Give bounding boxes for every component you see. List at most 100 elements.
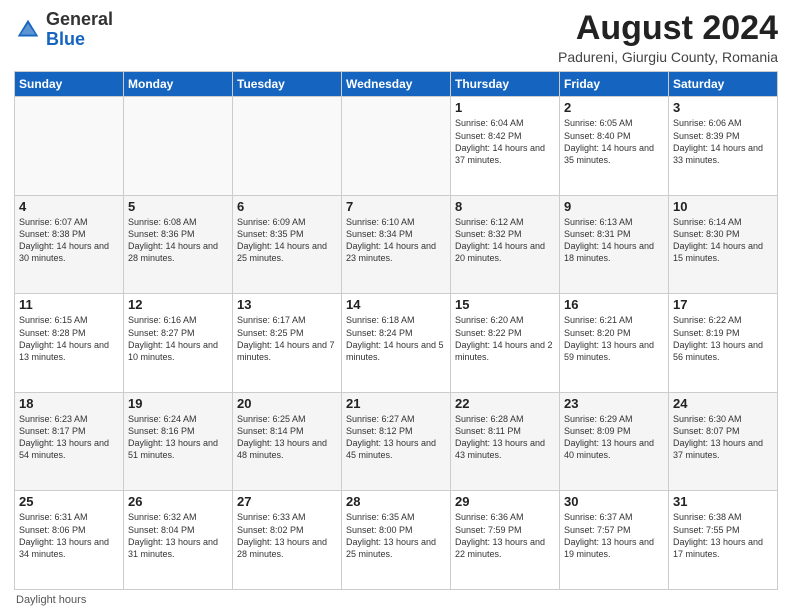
day-info-1-6: Sunrise: 6:14 AM Sunset: 8:30 PM Dayligh… xyxy=(673,216,773,265)
day-info-0-4: Sunrise: 6:04 AM Sunset: 8:42 PM Dayligh… xyxy=(455,117,555,166)
week-row-4: 25 Sunrise: 6:31 AM Sunset: 8:06 PM Dayli… xyxy=(15,491,778,590)
calendar-cell-2-2: 13Sunrise: 6:17 AM Sunset: 8:25 PM Dayli… xyxy=(233,294,342,393)
header-thursday: Thursday xyxy=(451,72,560,97)
calendar-cell-1-6: 10 Sunrise: 6:14 AM Sunset: 8:30 PM Dayli… xyxy=(669,195,778,294)
calendar-cell-2-4: 15 Sunrise: 6:20 AM Sunset: 8:22 PM Dayli… xyxy=(451,294,560,393)
calendar-cell-4-5: 30Sunrise: 6:37 AM Sunset: 7:57 PM Dayli… xyxy=(560,491,669,590)
calendar-cell-3-0: 18 Sunrise: 6:23 AM Sunset: 8:17 PM Dayli… xyxy=(15,392,124,491)
calendar-cell-1-5: 9Sunrise: 6:13 AM Sunset: 8:31 PM Daylig… xyxy=(560,195,669,294)
title-section: August 2024 Padureni, Giurgiu County, Ro… xyxy=(558,10,778,65)
day-number-1-5: 9 xyxy=(564,199,664,214)
calendar-cell-1-1: 5Sunrise: 6:08 AM Sunset: 8:36 PM Daylig… xyxy=(124,195,233,294)
calendar-cell-4-4: 29 Sunrise: 6:36 AM Sunset: 7:59 PM Dayli… xyxy=(451,491,560,590)
day-number-4-4: 29 xyxy=(455,494,555,509)
day-info-4-2: Sunrise: 6:33 AM Sunset: 8:02 PM Dayligh… xyxy=(237,511,337,560)
calendar-cell-0-5: 2Sunrise: 6:05 AM Sunset: 8:40 PM Daylig… xyxy=(560,97,669,196)
header: General Blue August 2024 Padureni, Giurg… xyxy=(14,10,778,65)
day-number-3-6: 24 xyxy=(673,396,773,411)
calendar-cell-1-0: 4Sunrise: 6:07 AM Sunset: 8:38 PM Daylig… xyxy=(15,195,124,294)
day-info-2-1: Sunrise: 6:16 AM Sunset: 8:27 PM Dayligh… xyxy=(128,314,228,363)
calendar-cell-3-4: 22 Sunrise: 6:28 AM Sunset: 8:11 PM Dayli… xyxy=(451,392,560,491)
day-number-4-3: 28 xyxy=(346,494,446,509)
header-tuesday: Tuesday xyxy=(233,72,342,97)
calendar-cell-0-3 xyxy=(342,97,451,196)
footer-note: Daylight hours xyxy=(14,594,778,606)
day-info-3-1: Sunrise: 6:24 AM Sunset: 8:16 PM Dayligh… xyxy=(128,413,228,462)
calendar-cell-0-6: 3Sunrise: 6:06 AM Sunset: 8:39 PM Daylig… xyxy=(669,97,778,196)
day-number-1-6: 10 xyxy=(673,199,773,214)
day-number-4-2: 27 xyxy=(237,494,337,509)
day-number-0-6: 3 xyxy=(673,100,773,115)
calendar-cell-4-1: 26 Sunrise: 6:32 AM Sunset: 8:04 PM Dayli… xyxy=(124,491,233,590)
header-wednesday: Wednesday xyxy=(342,72,451,97)
day-number-2-0: 11 xyxy=(19,297,119,312)
calendar-cell-3-5: 23 Sunrise: 6:29 AM Sunset: 8:09 PM Dayli… xyxy=(560,392,669,491)
calendar-cell-3-1: 19 Sunrise: 6:24 AM Sunset: 8:16 PM Dayli… xyxy=(124,392,233,491)
location: Padureni, Giurgiu County, Romania xyxy=(558,49,778,65)
day-number-1-1: 5 xyxy=(128,199,228,214)
day-info-4-3: Sunrise: 6:35 AM Sunset: 8:00 PM Dayligh… xyxy=(346,511,446,560)
day-info-2-2: Sunrise: 6:17 AM Sunset: 8:25 PM Dayligh… xyxy=(237,314,337,363)
day-number-2-1: 12 xyxy=(128,297,228,312)
day-number-3-5: 23 xyxy=(564,396,664,411)
logo-blue: Blue xyxy=(46,29,85,49)
logo-icon xyxy=(14,16,42,44)
day-info-1-2: Sunrise: 6:09 AM Sunset: 8:35 PM Dayligh… xyxy=(237,216,337,265)
day-number-3-1: 19 xyxy=(128,396,228,411)
calendar-cell-2-1: 12 Sunrise: 6:16 AM Sunset: 8:27 PM Dayli… xyxy=(124,294,233,393)
day-number-2-4: 15 xyxy=(455,297,555,312)
calendar-cell-3-6: 24 Sunrise: 6:30 AM Sunset: 8:07 PM Dayli… xyxy=(669,392,778,491)
day-info-3-3: Sunrise: 6:27 AM Sunset: 8:12 PM Dayligh… xyxy=(346,413,446,462)
logo-text: General Blue xyxy=(46,10,113,50)
day-number-3-3: 21 xyxy=(346,396,446,411)
day-number-1-2: 6 xyxy=(237,199,337,214)
day-info-4-1: Sunrise: 6:32 AM Sunset: 8:04 PM Dayligh… xyxy=(128,511,228,560)
day-info-3-0: Sunrise: 6:23 AM Sunset: 8:17 PM Dayligh… xyxy=(19,413,119,462)
header-friday: Friday xyxy=(560,72,669,97)
day-number-0-4: 1 xyxy=(455,100,555,115)
day-info-4-6: Sunrise: 6:38 AM Sunset: 7:55 PM Dayligh… xyxy=(673,511,773,560)
calendar-cell-1-3: 7Sunrise: 6:10 AM Sunset: 8:34 PM Daylig… xyxy=(342,195,451,294)
day-info-3-4: Sunrise: 6:28 AM Sunset: 8:11 PM Dayligh… xyxy=(455,413,555,462)
calendar-cell-4-3: 28 Sunrise: 6:35 AM Sunset: 8:00 PM Dayli… xyxy=(342,491,451,590)
day-info-4-4: Sunrise: 6:36 AM Sunset: 7:59 PM Dayligh… xyxy=(455,511,555,560)
week-row-3: 18 Sunrise: 6:23 AM Sunset: 8:17 PM Dayli… xyxy=(15,392,778,491)
day-info-2-4: Sunrise: 6:20 AM Sunset: 8:22 PM Dayligh… xyxy=(455,314,555,363)
calendar-cell-2-0: 11Sunrise: 6:15 AM Sunset: 8:28 PM Dayli… xyxy=(15,294,124,393)
daylight-label: Daylight hours xyxy=(16,594,86,606)
calendar-cell-0-1 xyxy=(124,97,233,196)
day-number-3-0: 18 xyxy=(19,396,119,411)
day-info-3-5: Sunrise: 6:29 AM Sunset: 8:09 PM Dayligh… xyxy=(564,413,664,462)
calendar-cell-4-6: 31Sunrise: 6:38 AM Sunset: 7:55 PM Dayli… xyxy=(669,491,778,590)
day-number-2-6: 17 xyxy=(673,297,773,312)
calendar-cell-4-2: 27 Sunrise: 6:33 AM Sunset: 8:02 PM Dayli… xyxy=(233,491,342,590)
day-number-4-0: 25 xyxy=(19,494,119,509)
weekday-row: Sunday Monday Tuesday Wednesday Thursday… xyxy=(15,72,778,97)
day-number-1-0: 4 xyxy=(19,199,119,214)
day-number-1-3: 7 xyxy=(346,199,446,214)
day-number-3-4: 22 xyxy=(455,396,555,411)
week-row-0: 1 Sunrise: 6:04 AM Sunset: 8:42 PM Daylig… xyxy=(15,97,778,196)
day-number-1-4: 8 xyxy=(455,199,555,214)
day-info-1-4: Sunrise: 6:12 AM Sunset: 8:32 PM Dayligh… xyxy=(455,216,555,265)
header-sunday: Sunday xyxy=(15,72,124,97)
day-info-2-5: Sunrise: 6:21 AM Sunset: 8:20 PM Dayligh… xyxy=(564,314,664,363)
calendar-cell-3-2: 20Sunrise: 6:25 AM Sunset: 8:14 PM Dayli… xyxy=(233,392,342,491)
calendar-cell-2-3: 14Sunrise: 6:18 AM Sunset: 8:24 PM Dayli… xyxy=(342,294,451,393)
week-row-1: 4Sunrise: 6:07 AM Sunset: 8:38 PM Daylig… xyxy=(15,195,778,294)
header-monday: Monday xyxy=(124,72,233,97)
day-info-4-0: Sunrise: 6:31 AM Sunset: 8:06 PM Dayligh… xyxy=(19,511,119,560)
day-info-3-6: Sunrise: 6:30 AM Sunset: 8:07 PM Dayligh… xyxy=(673,413,773,462)
day-info-4-5: Sunrise: 6:37 AM Sunset: 7:57 PM Dayligh… xyxy=(564,511,664,560)
calendar-header: Sunday Monday Tuesday Wednesday Thursday… xyxy=(15,72,778,97)
day-info-2-6: Sunrise: 6:22 AM Sunset: 8:19 PM Dayligh… xyxy=(673,314,773,363)
day-info-2-3: Sunrise: 6:18 AM Sunset: 8:24 PM Dayligh… xyxy=(346,314,446,363)
day-number-0-5: 2 xyxy=(564,100,664,115)
calendar-cell-0-0 xyxy=(15,97,124,196)
calendar: Sunday Monday Tuesday Wednesday Thursday… xyxy=(14,71,778,590)
day-number-4-1: 26 xyxy=(128,494,228,509)
calendar-cell-0-4: 1 Sunrise: 6:04 AM Sunset: 8:42 PM Daylig… xyxy=(451,97,560,196)
calendar-cell-4-0: 25 Sunrise: 6:31 AM Sunset: 8:06 PM Dayli… xyxy=(15,491,124,590)
day-number-3-2: 20 xyxy=(237,396,337,411)
calendar-cell-1-2: 6 Sunrise: 6:09 AM Sunset: 8:35 PM Daylig… xyxy=(233,195,342,294)
